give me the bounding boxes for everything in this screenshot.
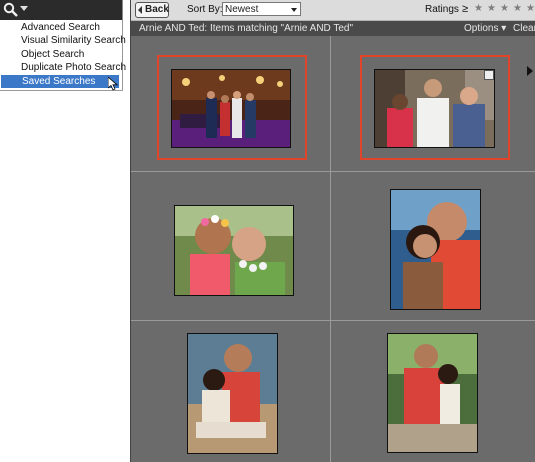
magnifier-icon — [3, 2, 18, 17]
thumbnail-grid — [131, 36, 535, 462]
photo-thumbnail-couple-beach-sitting[interactable] — [187, 333, 278, 454]
sort-select-value: Newest — [225, 4, 259, 15]
photo-thumbnail-group-bar[interactable] — [171, 69, 291, 148]
photo-thumbnail-three-people-chef[interactable] — [374, 69, 495, 148]
grid-cell[interactable] — [331, 321, 535, 462]
query-title: Arnie AND Ted: Items matching "Arnie AND… — [139, 23, 354, 34]
sort-select[interactable]: Newest — [222, 2, 301, 16]
grid-cell[interactable] — [331, 36, 535, 172]
rating-star-icon[interactable]: ★ — [513, 3, 522, 14]
panel-expand-arrow-icon[interactable] — [527, 66, 533, 76]
photo-browser: Back Sort By: Newest Ratings ≥ ★ ★ ★ ★ ★… — [130, 0, 535, 462]
photo-thumbnail-couple-beach-standing[interactable] — [387, 333, 478, 453]
chevron-down-icon — [291, 8, 297, 12]
grid-cell[interactable] — [331, 172, 535, 321]
menu-item-duplicate-photo-search[interactable]: Duplicate Photo Search — [0, 61, 126, 74]
ratings-operator[interactable]: ≥ — [462, 3, 468, 15]
photo-thumbnail-couple-portrait[interactable] — [390, 189, 481, 310]
chevron-down-icon — [20, 6, 28, 11]
sort-by-label: Sort By: — [187, 4, 223, 15]
mouse-cursor-icon — [108, 77, 118, 91]
back-button[interactable]: Back — [135, 2, 169, 18]
search-menu-button[interactable] — [0, 0, 123, 20]
menu-item-object-search[interactable]: Object Search — [0, 48, 118, 61]
menu-item-saved-searches[interactable]: Saved Searches — [1, 75, 119, 88]
back-arrow-icon — [138, 6, 142, 14]
photo-thumbnail-couple-lei-laughing[interactable] — [174, 205, 294, 296]
back-button-label: Back — [145, 4, 169, 15]
menu-item-visual-similarity-search[interactable]: Visual Similarity Search — [0, 34, 126, 47]
rating-star-icon[interactable]: ★ — [474, 3, 483, 14]
search-menu: Advanced Search Visual Similarity Search… — [0, 20, 126, 91]
rating-star-icon[interactable]: ★ — [487, 3, 496, 14]
ratings-label: Ratings — [425, 4, 459, 15]
search-results-bar: Arnie AND Ted: Items matching "Arnie AND… — [131, 21, 535, 36]
rating-star-icon[interactable]: ★ — [500, 3, 509, 14]
rating-star-icon[interactable]: ★ — [526, 3, 535, 14]
grid-cell[interactable] — [131, 36, 331, 172]
edited-badge-icon — [484, 70, 494, 80]
options-button[interactable]: Options ▾ — [464, 23, 506, 34]
grid-cell[interactable] — [131, 172, 331, 321]
toolbar: Back Sort By: Newest Ratings ≥ ★ ★ ★ ★ ★ — [131, 0, 535, 21]
menu-item-advanced-search[interactable]: Advanced Search — [0, 21, 118, 34]
grid-cell[interactable] — [131, 321, 331, 462]
clear-button[interactable]: Clear — [513, 23, 535, 34]
